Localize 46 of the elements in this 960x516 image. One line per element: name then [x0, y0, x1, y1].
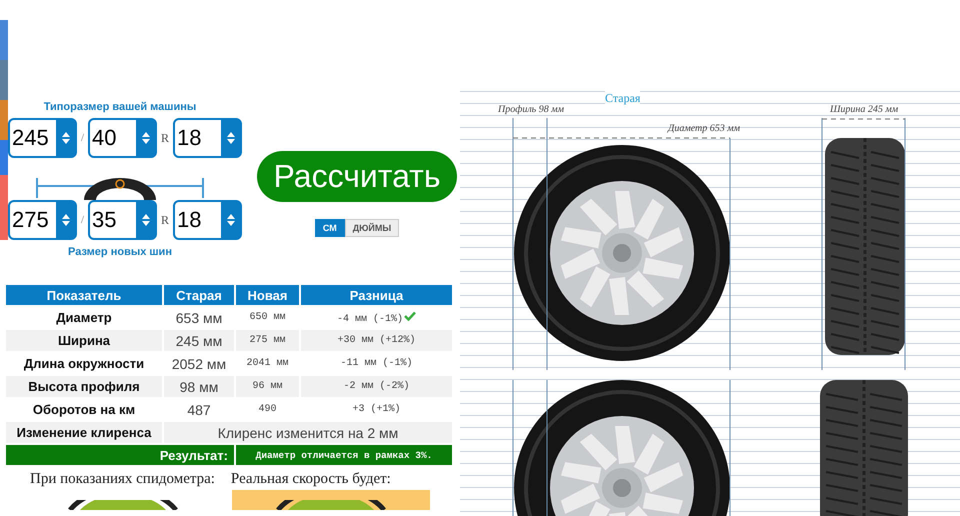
- clearance-cell: Клиренс изменится на 2 мм: [164, 422, 452, 443]
- speed-caption: При показаниях спидометра:: [30, 471, 215, 488]
- parameter-cell: Изменение клиренса: [6, 422, 162, 443]
- column-header: Новая: [236, 285, 299, 305]
- profile-field[interactable]: 40: [88, 118, 157, 158]
- new-value-cell: 275 мм: [236, 330, 299, 351]
- rim-letter: R: [161, 130, 170, 146]
- old-value-cell: 98 мм: [164, 376, 234, 397]
- width-field[interactable]: 275: [8, 200, 77, 240]
- unit-toggle[interactable]: СМ: [314, 219, 345, 237]
- spinner-arrows-icon: [142, 213, 150, 227]
- spinner-arrows-icon: [226, 131, 235, 145]
- spinner-arrows-icon: [62, 131, 70, 145]
- profile-field[interactable]: 35: [88, 200, 157, 240]
- diameter-label: Диаметр 653 мм: [668, 123, 740, 134]
- profile-label: Профиль 98 мм: [498, 104, 564, 115]
- difference-text: -11 мм (-1%): [340, 358, 412, 369]
- parameter-cell: Высота профиля: [6, 376, 162, 397]
- unit-toggle[interactable]: ДЮЙМЫ: [344, 219, 400, 237]
- size-heading: Размер новых шин: [68, 246, 172, 258]
- separator-text: /: [80, 132, 84, 144]
- separator-text: /: [80, 214, 84, 226]
- column-header: Разница: [301, 285, 452, 305]
- calculate-button[interactable]: Рассчитать: [257, 151, 457, 202]
- difference-text: -2 мм (-2%): [343, 381, 410, 392]
- old-value-cell: 245 мм: [164, 330, 234, 351]
- spinner-arrows-icon: [62, 213, 70, 227]
- rim-letter: R: [161, 212, 170, 228]
- width-field[interactable]: 245: [8, 118, 77, 158]
- spinner-arrows-icon: [142, 131, 150, 145]
- difference-text: +3 (+1%): [352, 404, 400, 415]
- parameter-cell: Ширина: [6, 330, 162, 351]
- rim-field[interactable]: 18: [173, 200, 242, 240]
- rim-field[interactable]: 18: [173, 118, 242, 158]
- width-label: Ширина 245 мм: [830, 104, 898, 115]
- difference-text: -4 мм (-1%): [336, 314, 403, 324]
- size-heading: Типоразмер вашей машины: [44, 101, 196, 113]
- column-header: Старая: [164, 285, 234, 305]
- result-value: Диаметр отличается в рамках 3%.: [236, 445, 452, 465]
- new-value-cell: 96 мм: [236, 376, 299, 397]
- spinner-arrows-icon: [226, 213, 235, 227]
- column-header: Показатель: [6, 285, 162, 305]
- speed-caption: Реальная скорость будет:: [230, 471, 391, 488]
- result-label: Результат:: [6, 445, 234, 465]
- difference-text: +30 мм (+12%): [337, 335, 416, 346]
- diagram-title: Старая: [605, 91, 640, 106]
